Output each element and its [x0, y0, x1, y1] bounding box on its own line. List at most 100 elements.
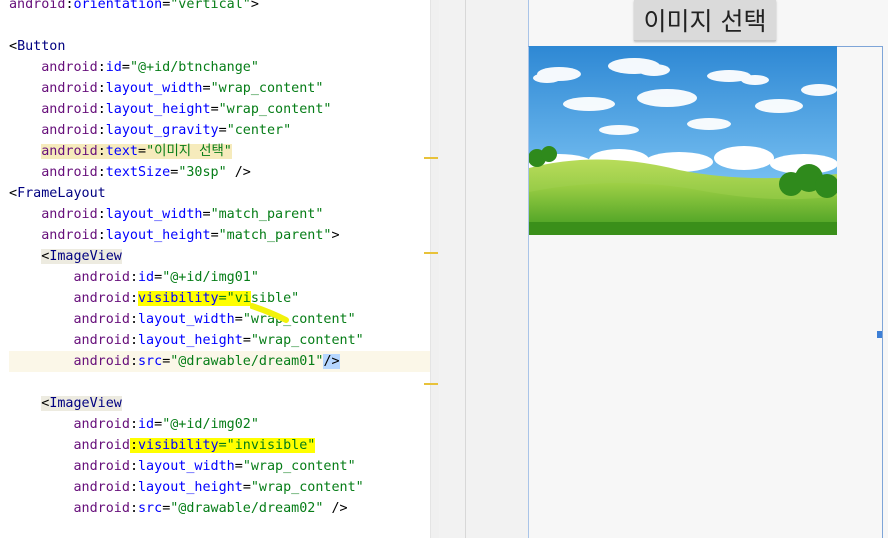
code-token: Button	[17, 39, 66, 54]
code-token: android	[9, 228, 98, 243]
code-line[interactable]: android:id="@+id/img01"	[9, 267, 259, 288]
code-token: />	[226, 165, 251, 180]
code-line[interactable]: android:layout_height="wrap_content"	[9, 330, 363, 351]
editor-scrollbar[interactable]	[430, 0, 439, 538]
code-token: android	[9, 459, 130, 474]
code-token: =	[234, 459, 243, 474]
img01-imageview[interactable]	[529, 46, 837, 235]
code-line[interactable]: android:text="이미지 선택"	[9, 141, 232, 162]
code-line[interactable]: <ImageView	[9, 393, 122, 414]
code-line[interactable]: android:layout_height="wrap_content"	[9, 477, 364, 498]
code-token: :	[97, 228, 106, 243]
code-token: <	[9, 186, 18, 201]
code-line[interactable]: <Button	[9, 36, 65, 57]
code-token: />	[323, 501, 348, 516]
code-token: "wrap_content"	[210, 81, 324, 96]
code-token: layout_width	[138, 459, 235, 474]
code-token: orientation	[73, 0, 163, 12]
code-token: >	[250, 0, 259, 12]
code-token: id	[138, 270, 155, 285]
code-line[interactable]: android:layout_height="match_parent">	[9, 225, 340, 246]
code-line[interactable]: <ImageView	[9, 246, 122, 267]
code-token: "@+id/btnchange"	[129, 60, 259, 75]
code-token: layout_height	[138, 333, 243, 348]
code-token: layout_width	[105, 207, 203, 222]
code-token: ImageView	[49, 396, 122, 411]
code-token: :	[129, 291, 138, 306]
code-line[interactable]: android:orientation="vertical">	[9, 0, 259, 15]
code-line[interactable]: <FrameLayout	[9, 183, 106, 204]
code-token: =	[154, 270, 163, 285]
code-token: text	[105, 144, 138, 159]
code-line[interactable]: android:layout_width="wrap_content"	[9, 309, 355, 330]
code-token: android	[41, 144, 98, 159]
code-token: visibility	[138, 291, 219, 306]
change-marker	[424, 157, 438, 159]
code-token: "center"	[226, 123, 292, 138]
code-token: =	[154, 417, 163, 432]
code-line[interactable]: android:layout_gravity="center"	[9, 120, 291, 141]
code-token: android	[9, 501, 130, 516]
code-line[interactable]: android:layout_width="wrap_content"	[9, 78, 323, 99]
code-line[interactable]: android:id="@+id/img02"	[9, 414, 259, 435]
preview-divider	[465, 0, 466, 538]
code-token: :	[97, 144, 106, 159]
code-token: android	[9, 333, 130, 348]
code-line[interactable]: android:layout_width="match_parent"	[9, 204, 323, 225]
code-token: android	[9, 354, 130, 369]
code-token: :	[97, 207, 106, 222]
code-editor[interactable]: android:orientation="vertical"> <Button a…	[0, 0, 430, 538]
resize-handle[interactable]	[877, 331, 882, 338]
code-token: :	[129, 480, 138, 495]
code-line[interactable]: android:layout_width="wrap_content"	[9, 456, 355, 477]
code-token: android	[9, 165, 98, 180]
change-marker	[424, 383, 438, 385]
code-token: android	[9, 81, 98, 96]
code-line[interactable]: android:layout_height="wrap_content"	[9, 99, 332, 120]
code-token: android	[9, 0, 66, 12]
code-token: layout_height	[105, 102, 211, 117]
code-token: FrameLayout	[17, 186, 106, 201]
code-token: <	[9, 39, 18, 54]
code-token: =	[138, 144, 147, 159]
code-token: src	[138, 354, 163, 369]
code-token: android	[9, 417, 130, 432]
code-token: =	[210, 102, 219, 117]
code-token: ="vi	[218, 291, 251, 306]
code-token: layout_gravity	[105, 123, 219, 138]
code-token: =	[218, 123, 227, 138]
code-token: :	[129, 417, 138, 432]
btnchange-button[interactable]: 이미지 선택	[634, 0, 776, 41]
code-token: "vertical"	[170, 0, 251, 12]
code-line[interactable]: android:id="@+id/btnchange"	[9, 57, 259, 78]
code-line[interactable]: android:src="@drawable/dream01"/>	[9, 351, 430, 372]
code-line[interactable]: android:visibility="invisible"	[9, 435, 316, 456]
code-token: =	[202, 81, 211, 96]
code-token: textSize	[105, 165, 171, 180]
code-token: >	[331, 228, 340, 243]
code-token: "match_parent"	[218, 228, 332, 243]
code-token: =	[234, 312, 243, 327]
code-token: =	[210, 228, 219, 243]
code-line[interactable]: android:textSize="30sp" />	[9, 162, 251, 183]
code-token: "@+id/img02"	[162, 417, 259, 432]
code-token: id	[105, 60, 122, 75]
code-token: :	[129, 354, 138, 369]
code-token: android	[9, 291, 130, 306]
code-token: android	[9, 123, 98, 138]
code-token: "30sp"	[178, 165, 227, 180]
code-token: :	[129, 270, 138, 285]
code-token: "wrap_content"	[218, 102, 332, 117]
code-token: android	[9, 438, 130, 453]
code-token: =	[242, 333, 251, 348]
code-line[interactable]: android:src="@drawable/dream02" />	[9, 498, 348, 519]
code-token: src	[138, 501, 163, 516]
code-token: =	[202, 207, 211, 222]
code-token: layout_height	[138, 480, 243, 495]
code-token: "@+id/img01"	[162, 270, 259, 285]
code-token: android	[9, 480, 130, 495]
code-token: "wrap_content"	[250, 480, 364, 495]
code-token: "match_parent"	[210, 207, 324, 222]
code-token: android	[9, 102, 98, 117]
